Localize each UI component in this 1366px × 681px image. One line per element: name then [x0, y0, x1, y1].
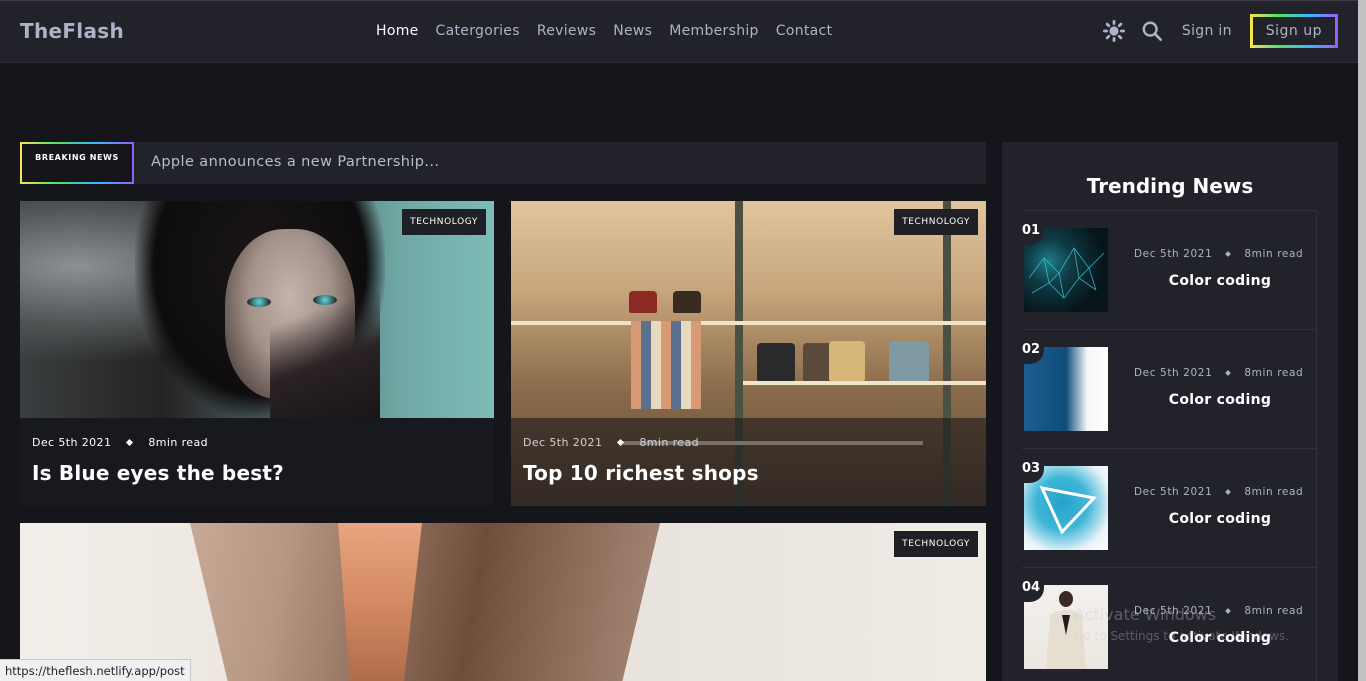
- site-logo[interactable]: TheFlash: [20, 19, 124, 43]
- sign-up-button[interactable]: Sign up: [1249, 14, 1338, 48]
- browser-status-url: https://theflesh.netlify.app/post: [0, 659, 191, 681]
- trending-date: Dec 5th 2021: [1134, 486, 1213, 498]
- category-tag[interactable]: TECHNOLOGY: [894, 209, 978, 235]
- windows-activation-title: Activate Windows: [1074, 605, 1217, 624]
- nav-categories[interactable]: Catergories: [436, 23, 520, 39]
- trending-title-text[interactable]: Color coding: [1134, 511, 1306, 527]
- sun-icon[interactable]: [1102, 19, 1126, 43]
- trending-title-text[interactable]: Color coding: [1134, 273, 1306, 289]
- article-image-jacket: [20, 523, 986, 681]
- meta-separator: [1225, 370, 1232, 376]
- nav-home[interactable]: Home: [376, 23, 419, 39]
- sign-up-label: Sign up: [1252, 17, 1335, 45]
- meta-separator: [617, 438, 625, 447]
- article-read-time: 8min read: [148, 436, 208, 449]
- nav-news[interactable]: News: [613, 23, 652, 39]
- article-title[interactable]: Top 10 richest shops: [523, 461, 759, 485]
- trending-date: Dec 5th 2021: [1134, 248, 1213, 260]
- image-hair: [270, 271, 380, 418]
- trending-title: Trending News: [1086, 174, 1254, 198]
- trending-read-time: 8min read: [1244, 367, 1304, 379]
- meta-separator: [126, 438, 134, 447]
- trending-read-time: 8min read: [1244, 248, 1304, 260]
- header-actions: Sign in Sign up: [1102, 14, 1338, 48]
- trending-item[interactable]: 03 Dec 5th 2021 8min read Color coding: [1022, 448, 1317, 567]
- main-nav: Home Catergories Reviews News Membership…: [376, 23, 832, 39]
- nav-membership[interactable]: Membership: [669, 23, 759, 39]
- nav-reviews[interactable]: Reviews: [537, 23, 596, 39]
- category-tag[interactable]: TECHNOLOGY: [894, 531, 978, 557]
- trending-item[interactable]: 04 Dec 5th 2021 8min read Color coding: [1022, 567, 1317, 681]
- trending-item[interactable]: 02 Dec 5th 2021 8min read Color coding: [1022, 329, 1317, 448]
- category-tag[interactable]: TECHNOLOGY: [402, 209, 486, 235]
- breaking-news-label: BREAKING NEWS: [22, 144, 132, 182]
- page-scrollbar[interactable]: [1358, 0, 1366, 681]
- breaking-news-bar: BREAKING NEWS Apple announces a new Part…: [20, 142, 986, 184]
- article-card-richest-shops[interactable]: TECHNOLOGY Dec 5th 2021 8min read Top 10…: [511, 201, 986, 506]
- trending-meta: Dec 5th 2021 8min read: [1134, 367, 1303, 379]
- trending-read-time: 8min read: [1244, 486, 1304, 498]
- image-bag: [829, 341, 865, 381]
- image-shelf-items: [631, 321, 701, 409]
- article-meta: Dec 5th 2021 8min read: [32, 436, 208, 449]
- trending-meta: Dec 5th 2021 8min read: [1134, 248, 1303, 260]
- article-meta: Dec 5th 2021 8min read: [523, 436, 699, 449]
- image-coat: [190, 523, 660, 681]
- search-icon[interactable]: [1140, 19, 1164, 43]
- image-eye-left: [247, 297, 271, 307]
- trending-date: Dec 5th 2021: [1134, 367, 1213, 379]
- meta-separator: [1225, 251, 1232, 257]
- article-read-time: 8min read: [639, 436, 699, 449]
- windows-activation-subtitle: Go to Settings to activate Windows.: [1074, 629, 1289, 643]
- image-bag: [889, 341, 929, 381]
- image-bag: [673, 291, 701, 313]
- breaking-news-headline[interactable]: Apple announces a new Partnership...: [151, 154, 439, 170]
- article-card-fashion[interactable]: TECHNOLOGY: [20, 523, 986, 681]
- meta-separator: [1225, 489, 1232, 495]
- image-shelf: [511, 321, 986, 325]
- article-title[interactable]: Is Blue eyes the best?: [32, 461, 284, 485]
- image-bag: [629, 291, 657, 313]
- trending-title-text[interactable]: Color coding: [1134, 392, 1306, 408]
- article-date: Dec 5th 2021: [32, 436, 112, 449]
- trending-meta: Dec 5th 2021 8min read: [1134, 486, 1303, 498]
- sign-in-link[interactable]: Sign in: [1182, 23, 1232, 39]
- image-bag: [757, 343, 795, 381]
- meta-separator: [1225, 608, 1232, 614]
- trending-read-time: 8min read: [1244, 605, 1304, 617]
- trending-item[interactable]: 01 Dec 5th 2021 8min read Color coding: [1022, 210, 1317, 329]
- scrollbar-thumb[interactable]: [1358, 0, 1366, 681]
- trending-news-panel: Trending News 01 Dec 5th 2021 8min read: [1002, 142, 1338, 681]
- top-navbar: TheFlash Home Catergories Reviews News M…: [0, 0, 1358, 63]
- image-shelf: [743, 381, 986, 385]
- article-card-blue-eyes[interactable]: TECHNOLOGY Dec 5th 2021 8min read Is Blu…: [20, 201, 494, 506]
- breaking-news-badge: BREAKING NEWS: [20, 142, 134, 184]
- page: TheFlash Home Catergories Reviews News M…: [0, 0, 1366, 681]
- nav-contact[interactable]: Contact: [776, 23, 833, 39]
- article-date: Dec 5th 2021: [523, 436, 603, 449]
